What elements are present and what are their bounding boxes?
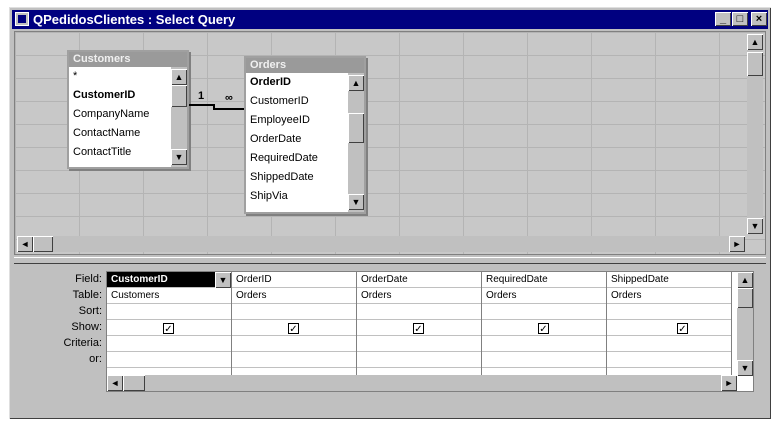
design-grid-pane: Field: Table: Sort: Show: Criteria: or: … <box>14 264 766 414</box>
row-label-show: Show: <box>71 321 102 333</box>
scroll-left-icon[interactable]: ◄ <box>17 236 33 252</box>
grid-field-cell[interactable]: ShippedDate <box>607 272 731 288</box>
close-button[interactable]: × <box>751 12 767 26</box>
query-window: QPedidosClientes : Select Query _ □ × Cu… <box>9 7 771 419</box>
row-label-criteria: Criteria: <box>63 337 102 349</box>
minimize-button[interactable]: _ <box>715 12 731 26</box>
grid-vscrollbar[interactable]: ▲ ▼ <box>737 272 753 376</box>
query-icon[interactable] <box>15 12 29 26</box>
grid-table-cell[interactable]: Orders <box>607 288 731 304</box>
grid-or-cell[interactable] <box>107 352 231 368</box>
scroll-up-icon[interactable]: ▲ <box>747 34 763 50</box>
field-item[interactable]: * <box>69 67 187 86</box>
query-design-grid[interactable]: CustomerID ▼ Customers ✓ OrderID Orders … <box>106 271 754 392</box>
grid-or-cell[interactable] <box>357 352 481 368</box>
maximize-button[interactable]: □ <box>732 12 748 26</box>
grid-table-cell[interactable]: Orders <box>232 288 356 304</box>
row-label-sort: Sort: <box>78 305 102 317</box>
scroll-left-icon[interactable]: ◄ <box>107 375 123 391</box>
show-checkbox[interactable]: ✓ <box>677 323 688 335</box>
grid-criteria-cell[interactable] <box>482 336 606 352</box>
grid-field-cell[interactable]: RequiredDate <box>482 272 606 288</box>
show-checkbox[interactable]: ✓ <box>288 323 299 335</box>
grid-sort-cell[interactable] <box>357 304 481 320</box>
show-checkbox[interactable]: ✓ <box>163 323 174 335</box>
scroll-thumb[interactable] <box>171 85 187 107</box>
grid-show-cell[interactable] <box>607 320 731 336</box>
grid-criteria-cell[interactable] <box>107 336 231 352</box>
field-item[interactable]: ShipVia <box>246 187 364 206</box>
join-label-one: 1 <box>198 90 205 102</box>
table-pane-vscrollbar[interactable]: ▲ ▼ <box>747 34 763 234</box>
scroll-right-icon[interactable]: ► <box>721 375 737 391</box>
window-title: QPedidosClientes : Select Query <box>33 12 236 27</box>
scroll-right-icon[interactable]: ► <box>729 236 745 252</box>
field-list-customers[interactable]: Customers * CustomerID CompanyName Conta… <box>67 50 189 169</box>
grid-table-cell[interactable]: Customers <box>107 288 231 304</box>
field-item[interactable]: RequiredDate <box>246 149 364 168</box>
grid-or-cell[interactable] <box>232 352 356 368</box>
scroll-up-icon[interactable]: ▲ <box>171 69 187 85</box>
field-item[interactable]: OrderDate <box>246 130 364 149</box>
grid-column[interactable]: CustomerID ▼ Customers ✓ <box>107 272 232 391</box>
pane-splitter[interactable] <box>14 257 766 264</box>
join-line[interactable] <box>189 104 213 106</box>
row-label-table: Table: <box>72 289 102 301</box>
grid-column[interactable]: OrderDate Orders ✓ <box>357 272 482 391</box>
field-item[interactable]: CustomerID <box>246 92 364 111</box>
show-checkbox[interactable]: ✓ <box>538 323 549 335</box>
grid-sort-cell[interactable] <box>607 304 731 320</box>
field-item-key[interactable]: OrderID <box>246 73 364 92</box>
table-pane[interactable]: Customers * CustomerID CompanyName Conta… <box>14 31 766 255</box>
show-checkbox[interactable]: ✓ <box>413 323 424 335</box>
join-line[interactable] <box>213 108 247 110</box>
row-label-or: or: <box>89 353 102 365</box>
field-dropdown-icon[interactable]: ▼ <box>215 272 231 288</box>
title-bar[interactable]: QPedidosClientes : Select Query _ □ × <box>12 10 768 29</box>
scroll-down-icon[interactable]: ▼ <box>737 360 753 376</box>
grid-criteria-cell[interactable] <box>357 336 481 352</box>
grid-field-cell[interactable]: OrderID <box>232 272 356 288</box>
field-list-orders[interactable]: Orders OrderID CustomerID EmployeeID Ord… <box>244 56 366 214</box>
join-label-many: ∞ <box>225 92 233 104</box>
grid-sort-cell[interactable] <box>482 304 606 320</box>
scroll-thumb[interactable] <box>737 288 753 308</box>
scroll-thumb[interactable] <box>348 113 364 143</box>
grid-field-cell[interactable]: CustomerID <box>107 272 231 288</box>
grid-column[interactable]: RequiredDate Orders ✓ <box>482 272 607 391</box>
row-label-field: Field: <box>75 273 102 285</box>
field-list-title-customers[interactable]: Customers <box>69 52 187 67</box>
grid-sort-cell[interactable] <box>232 304 356 320</box>
field-item[interactable]: CompanyName <box>69 105 187 124</box>
grid-or-cell[interactable] <box>482 352 606 368</box>
scroll-down-icon[interactable]: ▼ <box>747 218 763 234</box>
scroll-thumb[interactable] <box>33 236 53 252</box>
scroll-down-icon[interactable]: ▼ <box>348 194 364 210</box>
grid-column[interactable]: ShippedDate Orders ✓ <box>607 272 732 391</box>
table-pane-hscrollbar[interactable]: ◄ ► <box>17 236 745 252</box>
scroll-up-icon[interactable]: ▲ <box>348 75 364 91</box>
field-list-scrollbar[interactable]: ▲ ▼ <box>171 67 187 167</box>
field-item[interactable]: EmployeeID <box>246 111 364 130</box>
field-item[interactable]: ContactTitle <box>69 143 187 162</box>
grid-column[interactable]: OrderID Orders ✓ <box>232 272 357 391</box>
grid-field-cell[interactable]: OrderDate <box>357 272 481 288</box>
field-list-scrollbar[interactable]: ▲ ▼ <box>348 73 364 212</box>
scroll-thumb[interactable] <box>747 52 763 76</box>
field-item[interactable]: ContactName <box>69 124 187 143</box>
scroll-thumb[interactable] <box>123 375 145 391</box>
grid-sort-cell[interactable] <box>107 304 231 320</box>
field-list-title-orders[interactable]: Orders <box>246 58 364 73</box>
scroll-down-icon[interactable]: ▼ <box>171 149 187 165</box>
grid-or-cell[interactable] <box>607 352 731 368</box>
grid-hscrollbar[interactable]: ◄ ► <box>107 375 737 391</box>
grid-criteria-cell[interactable] <box>232 336 356 352</box>
field-item[interactable]: ShippedDate <box>246 168 364 187</box>
scroll-up-icon[interactable]: ▲ <box>737 272 753 288</box>
field-item-key[interactable]: CustomerID <box>69 86 187 105</box>
grid-table-cell[interactable]: Orders <box>357 288 481 304</box>
grid-criteria-cell[interactable] <box>607 336 731 352</box>
grid-table-cell[interactable]: Orders <box>482 288 606 304</box>
